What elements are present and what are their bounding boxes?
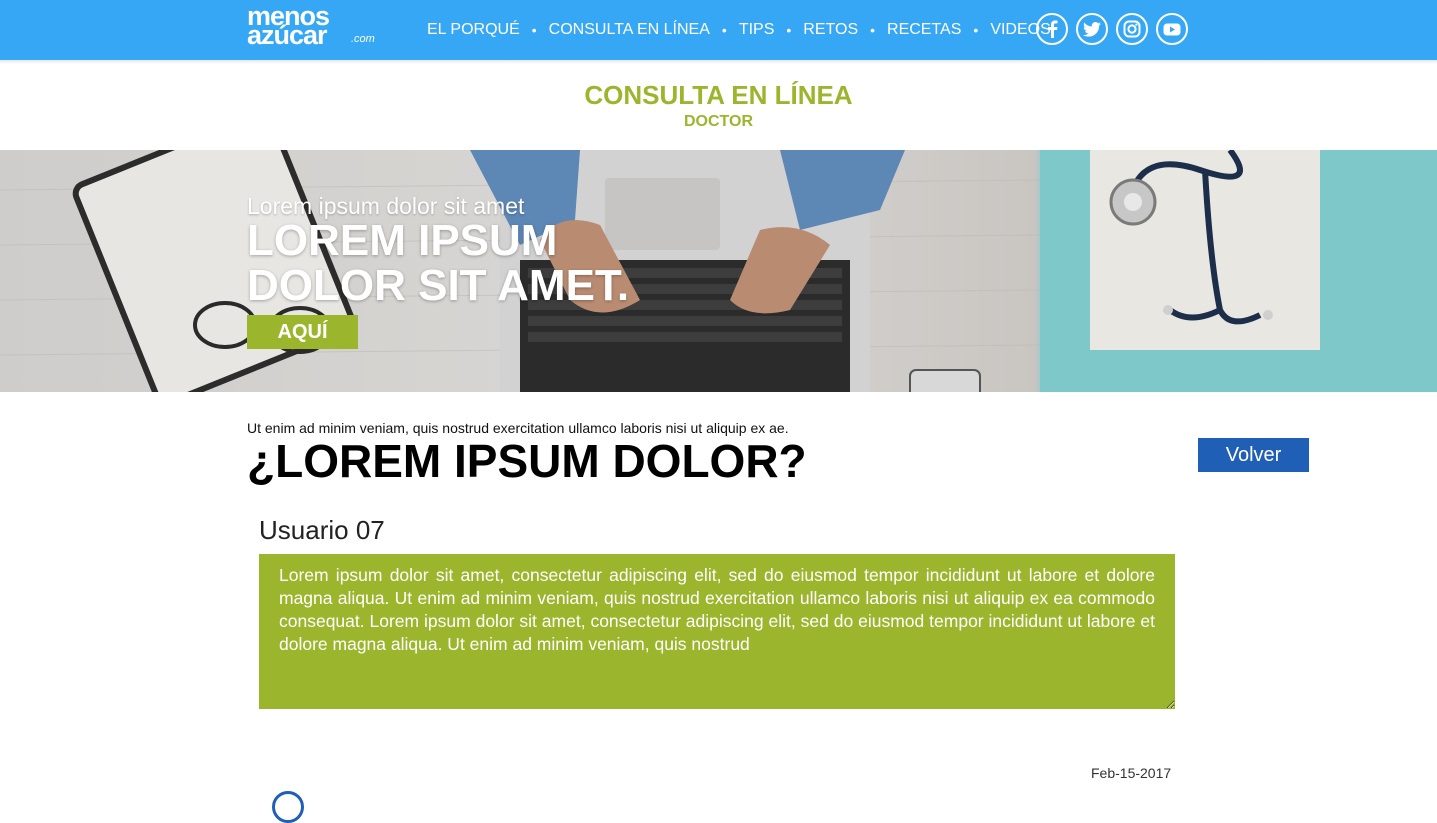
nav-item-recetas[interactable]: RECETAS	[887, 19, 961, 41]
twitter-icon[interactable]	[1076, 13, 1108, 45]
page-title: CONSULTA EN LÍNEA	[584, 80, 853, 110]
site-logo[interactable]: menos azúcar .com	[247, 3, 382, 50]
nav-item-el-porque[interactable]: EL PORQUÉ	[427, 19, 520, 41]
youtube-icon[interactable]	[1156, 13, 1188, 45]
instagram-icon[interactable]	[1116, 13, 1148, 45]
hero-illustration	[0, 150, 1437, 392]
twitter-glyph	[1083, 21, 1101, 37]
youtube-glyph	[1163, 23, 1181, 35]
nav-item-tips[interactable]: TIPS	[739, 19, 775, 41]
hero-banner	[0, 150, 1437, 392]
nav-separator: •	[531, 22, 537, 38]
nav-separator: •	[870, 22, 876, 38]
top-navigation-bar: menos azúcar .com EL PORQUÉ • CONSULTA E…	[0, 0, 1437, 60]
hero-cta-button[interactable]: AQUÍ	[247, 315, 358, 349]
nav-separator: •	[786, 22, 792, 38]
question-heading: ¿LOREM IPSUM DOLOR?	[247, 435, 807, 487]
main-nav: EL PORQUÉ • CONSULTA EN LÍNEA • TIPS • R…	[427, 18, 1051, 42]
message-date: Feb-15-2017	[1091, 765, 1172, 781]
message-textarea[interactable]: Lorem ipsum dolor sit amet, consectetur …	[259, 554, 1175, 709]
back-button[interactable]: Volver	[1198, 438, 1309, 472]
hero-headline-line2: DOLOR SIT AMET.	[247, 261, 630, 310]
page-subtitle: DOCTOR	[683, 113, 754, 130]
nav-separator: •	[973, 22, 979, 38]
nav-item-retos[interactable]: RETOS	[803, 19, 858, 41]
logo-word-bottom: azúcar	[247, 20, 328, 50]
username-label: Usuario 07	[259, 515, 385, 545]
logo-suffix: .com	[351, 33, 375, 45]
nav-item-consulta-en-linea[interactable]: CONSULTA EN LÍNEA	[549, 19, 710, 41]
instagram-glyph	[1123, 20, 1141, 38]
facebook-glyph	[1048, 20, 1058, 38]
hero-headline-line1: LOREM IPSUM	[247, 216, 558, 265]
facebook-icon[interactable]	[1036, 13, 1068, 45]
avatar	[272, 791, 304, 823]
header-shadow	[0, 60, 1437, 64]
nav-separator: •	[721, 22, 727, 38]
hero-headline: LOREM IPSUM DOLOR SIT AMET.	[247, 218, 629, 308]
